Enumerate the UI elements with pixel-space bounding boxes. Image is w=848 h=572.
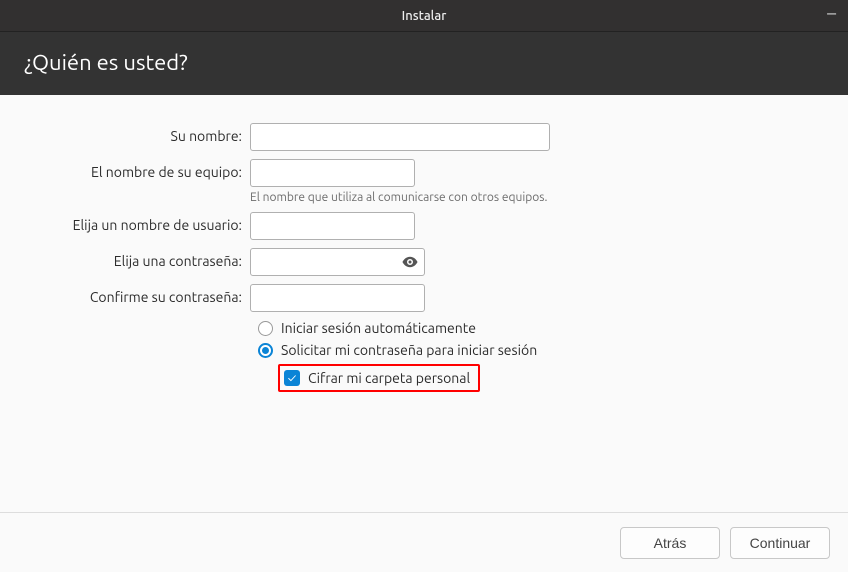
continue-button[interactable]: Continuar [730,527,830,559]
window-title: Instalar [402,9,447,23]
auto-login-label: Iniciar sesión automáticamente [281,320,476,336]
hostname-label: El nombre de su equipo: [20,159,250,180]
back-button[interactable]: Atrás [620,527,720,559]
require-password-option[interactable]: Solicitar mi contraseña para iniciar ses… [258,342,828,358]
name-label: Su nombre: [20,123,250,144]
require-password-label: Solicitar mi contraseña para iniciar ses… [281,342,537,358]
radio-icon [258,321,273,336]
auto-login-option[interactable]: Iniciar sesión automáticamente [258,320,828,336]
titlebar: Instalar – [0,0,848,32]
hostname-hint: El nombre que utiliza al comunicarse con… [250,191,828,204]
checkbox-checked-icon[interactable]: ✓ [284,370,300,386]
name-input[interactable] [250,123,550,151]
eye-icon[interactable] [401,253,419,271]
page-title: ¿Quién es usted? [24,50,824,75]
minimize-icon[interactable]: – [827,4,836,22]
password-input[interactable] [250,248,425,276]
hostname-input[interactable] [250,159,415,187]
form-content: Su nombre: El nombre de su equipo: El no… [0,95,848,513]
confirm-label: Confirme su contraseña: [20,284,250,305]
encrypt-home-label: Cifrar mi carpeta personal [308,370,470,386]
page-header: ¿Quién es usted? [0,32,848,95]
radio-selected-icon [258,343,273,358]
username-input[interactable] [250,212,415,240]
footer: Atrás Continuar [0,512,848,572]
confirm-password-input[interactable] [250,284,425,312]
username-label: Elija un nombre de usuario: [20,212,250,233]
encrypt-home-highlight: ✓ Cifrar mi carpeta personal [278,364,480,392]
password-label: Elija una contraseña: [20,248,250,269]
